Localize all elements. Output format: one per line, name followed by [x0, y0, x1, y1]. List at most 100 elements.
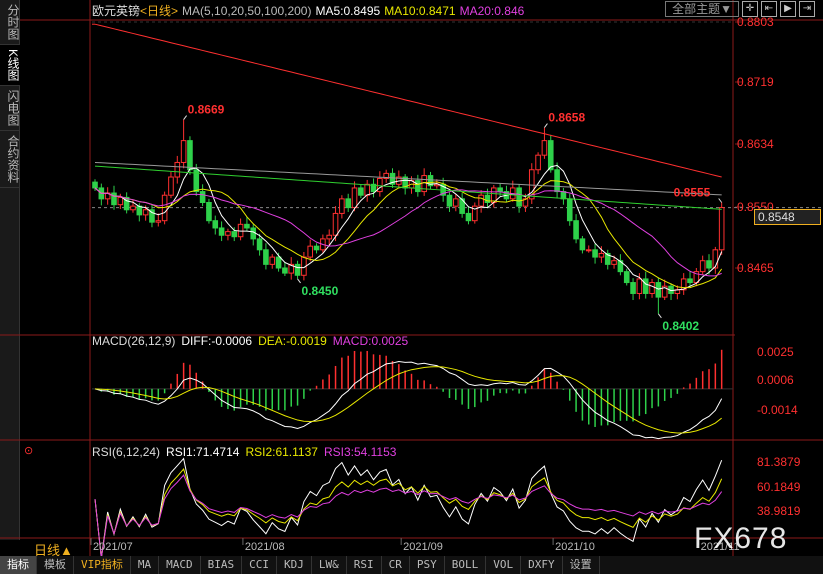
annotation-pointer [544, 123, 548, 128]
period-label: <日线> [140, 4, 179, 18]
time-axis-label: 2021/10 [555, 541, 595, 553]
candle-body [718, 207, 725, 251]
candle-body [535, 154, 541, 171]
annotation-pointer [718, 198, 723, 203]
macd-diff: DIFF:-0.0006 [181, 334, 253, 348]
ma50-line [94, 165, 722, 210]
candle-body [358, 187, 364, 196]
candle-body [92, 181, 98, 189]
candle-body [117, 196, 124, 206]
macd-header: MACD(26,12,9) DIFF:-0.0006 DEA:-0.0019 MACD… [92, 334, 414, 348]
macd-tick: -0.0014 [757, 403, 798, 417]
play-icon[interactable]: ▶ [780, 1, 796, 17]
price-annotation: 0.8658 [548, 111, 585, 125]
settings-dot-icon[interactable]: ⊙ [24, 444, 33, 457]
tab-8[interactable]: LW& [312, 556, 347, 574]
candle-body [598, 252, 605, 258]
macd-params: MACD(26,12,9) [92, 334, 176, 348]
candle-body [294, 263, 301, 276]
macd-dea: DEA:-0.0019 [258, 334, 327, 348]
tab-13[interactable]: VOL [486, 556, 522, 574]
candle-body [168, 176, 174, 196]
watermark-logo: FX678 [694, 522, 788, 555]
candle-body [642, 278, 649, 294]
tab-1[interactable]: 模板 [37, 556, 74, 574]
candle-body [111, 192, 117, 206]
price-annotation: 0.8450 [302, 284, 339, 298]
candle-body [490, 187, 497, 203]
candle-body [611, 260, 617, 265]
candle-body [364, 183, 370, 196]
tab-11[interactable]: PSY [410, 556, 445, 574]
candle-body [699, 260, 706, 273]
time-axis-label: 2021/08 [244, 541, 285, 553]
tab-12[interactable]: BOLL [445, 556, 487, 574]
price-tick: 0.8719 [737, 75, 774, 89]
candle-body [446, 194, 453, 207]
time-axis-label: 2021/07 [93, 541, 133, 553]
tab-4[interactable]: MACD [159, 556, 201, 574]
candle-body [541, 140, 548, 156]
macd-dea-line [94, 366, 722, 434]
candle-body [130, 205, 136, 211]
ma-params: MA(5,10,20,50,100,200) [182, 4, 312, 18]
candle-body [453, 198, 459, 207]
candle-body [687, 278, 693, 284]
annotation-pointer [657, 313, 662, 319]
tab-15[interactable]: 设置 [563, 556, 600, 574]
rsi-tick: 60.1849 [757, 480, 801, 494]
candle-body [225, 231, 231, 236]
candle-body [136, 205, 143, 216]
symbol-name: 欧元英镑 [92, 4, 141, 18]
candle-body [231, 231, 238, 238]
candle-body [516, 187, 522, 207]
candle-body [256, 238, 263, 251]
tab-0[interactable]: 指标 [0, 556, 37, 574]
candle-body [187, 140, 193, 171]
price-tick: 0.8465 [737, 261, 774, 275]
candle-body [326, 234, 333, 240]
theme-dropdown[interactable]: 全部主题▼ [665, 1, 739, 17]
tab-7[interactable]: KDJ [277, 556, 312, 574]
tab-2[interactable]: VIP指标 [74, 556, 131, 574]
annotation-pointer [297, 278, 301, 284]
candle-body [199, 191, 206, 203]
candle-body [282, 267, 288, 274]
rsi-tick: 38.9819 [757, 504, 801, 518]
candle-body [212, 220, 219, 229]
zoom-end-icon[interactable]: ⇥ [799, 1, 815, 17]
price-annotation: 0.8402 [662, 319, 699, 333]
candle-body [706, 260, 712, 269]
rsi1-value: RSI1:71.4714 [166, 445, 240, 459]
chart-canvas[interactable]: 0.8669 0.8450 0.8658 0.8402 0.8555 [0, 0, 823, 556]
candle-body [592, 249, 598, 258]
candle-body [180, 140, 187, 163]
candle-body [497, 187, 503, 193]
tab-14[interactable]: DXFY [521, 556, 563, 574]
macd-value: MACD:0.0025 [332, 334, 409, 348]
candle-body [573, 220, 579, 240]
candle-body [250, 227, 257, 240]
price-tick: 0.8803 [737, 15, 774, 29]
candle-body [307, 245, 314, 258]
price-tick: 0.8634 [737, 137, 774, 151]
candle-body [655, 282, 662, 298]
rsi2-value: RSI2:61.1137 [245, 445, 318, 459]
candle-body [263, 249, 269, 265]
rsi-header: RSI(6,12,24) RSI1:71.4714 RSI2:61.1137 RSI3… [92, 445, 402, 459]
macd-diff-line [94, 361, 723, 440]
tab-6[interactable]: CCI [242, 556, 277, 574]
candle-body [339, 198, 345, 214]
candle-body [585, 249, 592, 252]
tab-5[interactable]: BIAS [201, 556, 243, 574]
time-axis-label: 2021/09 [403, 541, 443, 553]
candle-body [351, 187, 358, 209]
tab-3[interactable]: MA [131, 556, 160, 574]
candle-body [345, 198, 351, 209]
candle-body [142, 209, 149, 216]
candle-body [465, 212, 472, 222]
tab-10[interactable]: CR [382, 556, 410, 574]
candle-body [206, 201, 212, 222]
ma10-value: MA10:0.8471 [384, 4, 456, 18]
tab-9[interactable]: RSI [347, 556, 382, 574]
